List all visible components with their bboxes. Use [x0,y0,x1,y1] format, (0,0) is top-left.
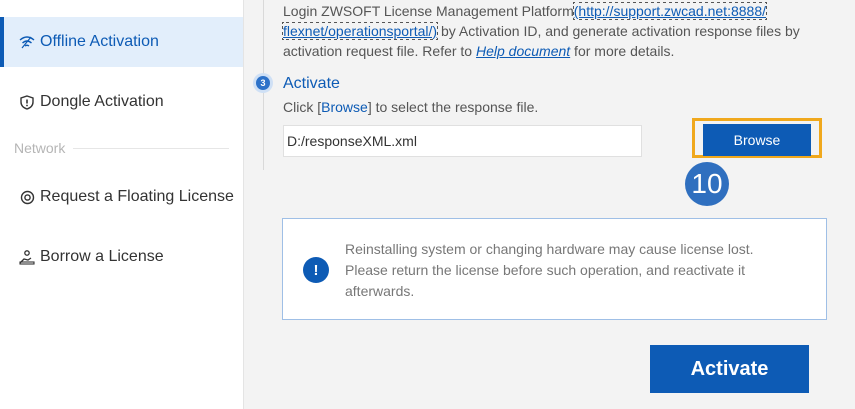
sidebar-item-offline-activation[interactable]: Offline Activation [0,17,243,67]
sidebar-item-label: Offline Activation [40,33,159,50]
sidebar-item-request-floating-license[interactable]: Request a Floating License [0,172,243,222]
activate-step-description: Click [Browse] to select the response fi… [283,99,539,115]
sidebar-item-borrow-license[interactable]: Borrow a License [0,232,243,282]
notice-text: Reinstalling system or changing hardware… [345,241,754,299]
activate-button[interactable]: Activate [650,345,809,393]
sidebar-item-dongle-activation[interactable]: Dongle Activation [0,77,243,127]
step-10-callout: 10 [685,162,729,206]
license-warning-notice: ! Reinstalling system or changing hardwa… [282,218,827,320]
sidebar-item-label: Request a Floating License [40,188,234,205]
sidebar-item-label: Borrow a License [40,248,164,265]
sidebar: Offline Activation Dongle Activation Net… [0,0,244,409]
browse-button[interactable]: Browse [703,124,811,156]
exclamation-icon: ! [303,257,329,283]
step-3-badge: 3 [256,76,270,90]
response-file-path-input[interactable] [283,125,642,157]
help-document-link[interactable]: Help document [476,43,570,59]
wifi-icon [19,34,35,50]
activate-step-title: Activate [283,75,340,92]
section-network-label: Network [14,140,229,156]
sidebar-item-label: Dongle Activation [40,93,164,110]
network-icon [19,189,35,205]
shield-icon [19,94,35,110]
step2-instructions: Login ZWSOFT License Management Platform… [282,2,800,59]
borrow-icon [19,249,35,265]
